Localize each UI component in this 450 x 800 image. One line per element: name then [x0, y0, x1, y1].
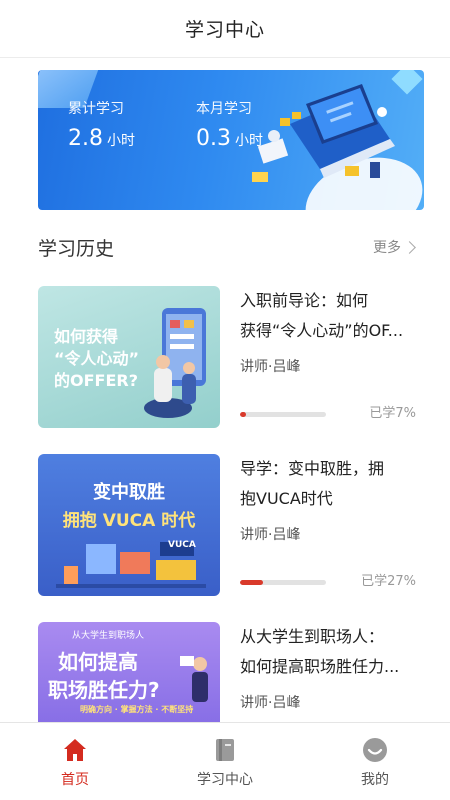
page-title: 学习中心	[184, 19, 265, 41]
study-summary-banner: 累计学习 2.8 小时 本月学习 0.3 小时	[0, 58, 450, 228]
chevron-right-icon	[403, 240, 416, 254]
thumb-text: 职场胜任力?	[48, 678, 160, 702]
course-info: 入职前导论：如何 获得“令人心动”的OF... 讲师·吕峰 已学7%	[240, 286, 416, 428]
lecturer: 讲师·吕峰	[240, 359, 301, 375]
thumb-text: 的OFFER?	[54, 371, 138, 390]
book-icon	[216, 739, 234, 761]
course-item[interactable]: 变中取胜 拥抱 VUCA 时代 VUCA 导学：变中取胜，拥 抱VUCA时代 讲…	[38, 454, 416, 598]
lecturer: 讲师·吕峰	[240, 695, 301, 711]
thumb-text: 如何提高	[58, 650, 138, 674]
bottom-tab-bar: 首页 学习中心 我的	[0, 722, 450, 800]
more-link[interactable]: 更多	[373, 237, 416, 257]
thumb-text: 拥抱 VUCA 时代	[62, 511, 196, 531]
course-title-line: 从大学生到职场人：	[240, 627, 385, 646]
thumb-text: 从大学生到职场人	[71, 631, 144, 641]
course-title: 从大学生到职场人： 如何提高职场胜任力...	[240, 622, 414, 682]
phone-people-illustration-icon	[144, 308, 206, 418]
course-thumbnail[interactable]: 变中取胜 拥抱 VUCA 时代 VUCA	[38, 454, 220, 596]
course-title-line: 抱VUCA时代	[240, 489, 333, 508]
home-icon	[64, 739, 86, 761]
profile-icon	[363, 738, 387, 762]
tab-home[interactable]: 首页	[20, 737, 130, 789]
course-title-line: 获得“令人心动”的OF...	[240, 321, 404, 340]
banner-card: 累计学习 2.8 小时 本月学习 0.3 小时	[38, 70, 424, 210]
thumb-text: “令人心动”	[54, 349, 140, 368]
course-thumbnail[interactable]: 如何获得 “令人心动” 的OFFER?	[38, 286, 220, 428]
progress-fill	[240, 580, 264, 585]
course-title-line: 导学：变中取胜，拥	[240, 459, 385, 478]
more-label: 更多	[373, 240, 401, 256]
total-study-stat: 累计学习 2.8 小时	[68, 98, 135, 151]
total-study-unit: 小时	[107, 133, 135, 149]
month-study-value: 0.3	[196, 126, 231, 151]
thumb-text: VUCA	[168, 540, 196, 550]
course-title-line: 入职前导论：如何	[240, 291, 369, 310]
course-item[interactable]: 如何获得 “令人心动” 的OFFER? 入职前导论：如何 获得“令人心动”的OF…	[38, 286, 416, 430]
course-item[interactable]: 从大学生到职场人 如何提高 职场胜任力? 明确方向 · 掌握方法 · 不断坚持 …	[38, 622, 414, 722]
person-illustration-icon	[180, 656, 208, 702]
progress-bar	[240, 580, 326, 585]
tab-label: 首页	[61, 772, 89, 788]
progress-fill	[240, 412, 247, 417]
thumb-text: 明确方向 · 掌握方法 · 不断坚持	[80, 705, 194, 714]
history-section-header: 学习历史 更多	[38, 232, 416, 262]
top-bar: 学习中心	[0, 0, 450, 58]
progress-label: 已学27%	[361, 574, 416, 589]
tab-label: 我的	[361, 772, 389, 788]
thumb-text: 如何获得	[54, 327, 119, 346]
progress-bar	[240, 412, 326, 417]
tab-study-center[interactable]: 学习中心	[170, 737, 280, 789]
progress-label: 已学7%	[369, 406, 416, 421]
tab-profile[interactable]: 我的	[320, 737, 430, 789]
total-study-value: 2.8	[68, 126, 103, 151]
course-title-line: 如何提高职场胜任力...	[240, 657, 400, 676]
tab-label: 学习中心	[197, 772, 253, 788]
lecturer: 讲师·吕峰	[240, 527, 301, 543]
thumb-text: 变中取胜	[93, 482, 165, 503]
history-title: 学习历史	[38, 237, 115, 260]
course-info: 从大学生到职场人： 如何提高职场胜任力... 讲师·吕峰	[240, 622, 414, 722]
laptop-illustration-icon	[252, 84, 395, 182]
course-info: 导学：变中取胜，拥 抱VUCA时代 讲师·吕峰 已学27%	[240, 454, 416, 596]
course-title: 入职前导论：如何 获得“令人心动”的OF...	[240, 286, 416, 346]
course-thumbnail[interactable]: 从大学生到职场人 如何提高 职场胜任力? 明确方向 · 掌握方法 · 不断坚持	[38, 622, 220, 722]
course-title: 导学：变中取胜，拥 抱VUCA时代	[240, 454, 416, 514]
total-study-label: 累计学习	[68, 101, 124, 117]
